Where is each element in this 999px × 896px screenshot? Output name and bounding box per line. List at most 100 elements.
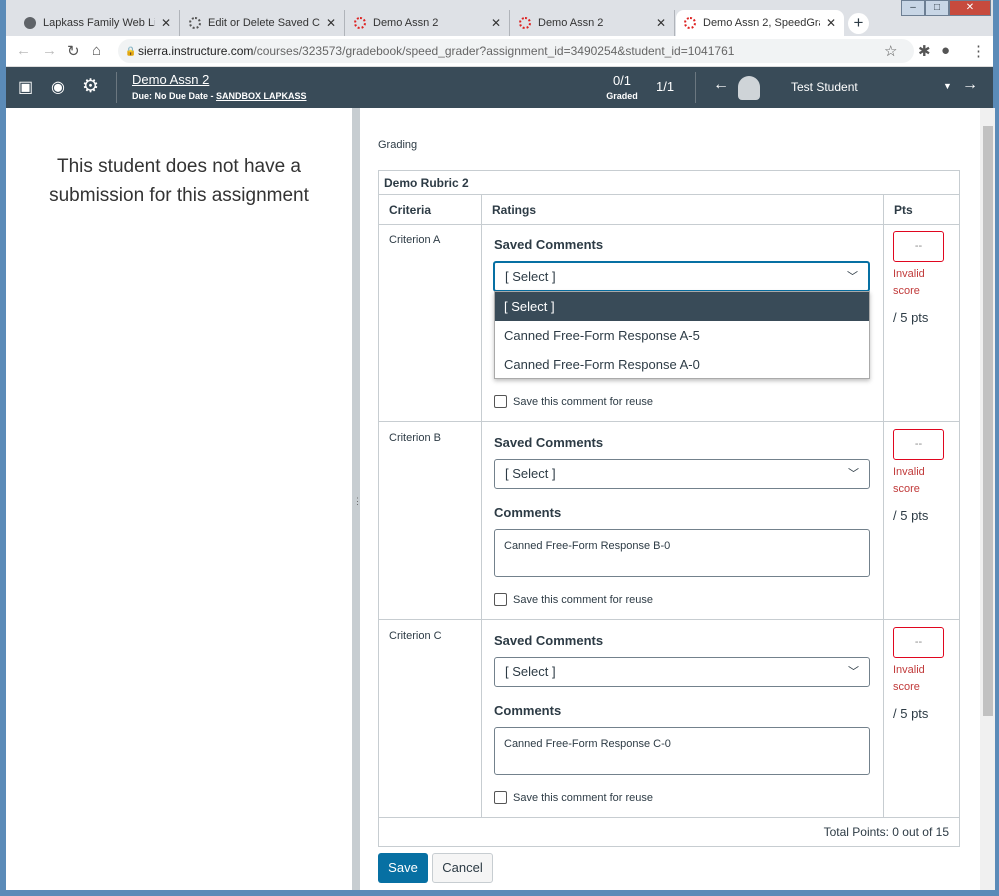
window-controls: – □ ✕ (901, 0, 991, 16)
comments-textarea[interactable]: Canned Free-Form Response C-0 (494, 727, 870, 775)
invalid-score-message: Invalid score (893, 268, 925, 297)
browser-tab[interactable]: Demo Assn 2 ✕ (511, 10, 675, 36)
reload-icon[interactable]: ↻ (67, 42, 80, 60)
graded-label: Graded (606, 91, 638, 101)
maximize-button[interactable]: □ (925, 0, 949, 16)
settings-gear-icon[interactable]: ⚙ (82, 75, 99, 98)
extensions-icon[interactable]: ✱ (918, 42, 931, 60)
comments-label: Comments (494, 703, 562, 718)
panel-resize-handle[interactable]: ⋮ (352, 108, 362, 890)
forward-icon[interactable]: → (42, 42, 57, 59)
select-value: [ Select ] (505, 466, 556, 481)
next-student-icon[interactable]: → (962, 76, 978, 94)
student-position: 1/1 (656, 79, 675, 94)
checkbox-icon (494, 593, 507, 606)
max-points: / 5 pts (893, 310, 929, 325)
globe-icon (24, 17, 36, 29)
save-reuse-checkbox[interactable]: Save this comment for reuse (494, 593, 653, 606)
close-tab-icon[interactable]: ✕ (656, 16, 666, 30)
canvas-icon (354, 17, 366, 29)
column-header-criteria: Criteria (378, 194, 482, 225)
back-icon[interactable]: ← (16, 42, 31, 59)
graded-count: 0/1 (612, 73, 632, 88)
cancel-button[interactable]: Cancel (432, 853, 493, 883)
previous-student-icon[interactable]: ← (713, 76, 729, 94)
score-input[interactable]: -- (893, 627, 944, 658)
new-tab-button[interactable]: + (848, 13, 869, 34)
score-input[interactable]: -- (893, 231, 944, 262)
course-link[interactable]: SANDBOX LAPKASS (216, 91, 307, 101)
scrollbar-thumb[interactable] (983, 126, 993, 716)
saved-comments-label: Saved Comments (494, 435, 604, 450)
checkbox-label: Save this comment for reuse (513, 395, 654, 408)
url-input[interactable]: 🔒 sierra.instructure.com/courses/323573/g… (118, 39, 914, 63)
chevron-down-icon: ﹀ (847, 271, 858, 283)
saved-comments-select[interactable]: [ Select ] ﹀ (493, 261, 870, 292)
chevron-down-icon: ﹀ (848, 468, 859, 480)
divider (695, 72, 696, 103)
canvas-icon (684, 17, 696, 29)
caret-down-icon[interactable]: ▼ (943, 81, 952, 91)
select-value: [ Select ] (505, 664, 556, 679)
criterion-name: Criterion C (389, 630, 442, 642)
close-window-button[interactable]: ✕ (949, 0, 991, 16)
rubric-title: Demo Rubric 2 (378, 170, 960, 195)
checkbox-label: Save this comment for reuse (513, 593, 654, 606)
bookmark-star-icon[interactable]: ☆ (884, 42, 897, 60)
address-bar-row: ← → ↻ ⌂ 🔒 sierra.instructure.com/courses/… (6, 36, 993, 67)
close-tab-icon[interactable]: ✕ (161, 16, 171, 30)
checkbox-icon (494, 395, 507, 408)
lock-icon: 🔒 (125, 46, 137, 56)
close-tab-icon[interactable]: ✕ (491, 16, 501, 30)
comments-textarea[interactable]: Canned Free-Form Response B-0 (494, 529, 870, 577)
submission-panel: This student does not have a submission … (6, 108, 352, 890)
ratings-cell (481, 619, 884, 818)
browser-tab-active[interactable]: Demo Assn 2, SpeedGrade ✕ (676, 10, 844, 36)
score-input[interactable]: -- (893, 429, 944, 460)
divider (116, 72, 117, 103)
invalid-score-message: Invalid score (893, 466, 925, 495)
saved-comments-select[interactable]: [ Select ] ﹀ (494, 459, 870, 489)
speedgrader-header: ▣ ◉ ⚙ Demo Assn 2 Due: No Due Date - SAN… (6, 67, 993, 108)
chevron-down-icon: ﹀ (848, 666, 859, 678)
home-icon[interactable]: ⌂ (92, 42, 101, 59)
gradebook-icon[interactable]: ▣ (18, 77, 33, 97)
avatar (738, 76, 760, 100)
no-submission-message: This student does not have a submission … (49, 156, 309, 206)
grading-panel: Grading Demo Rubric 2 Criteria Ratings P… (360, 108, 980, 890)
tab-label: Demo Assn 2 (538, 17, 604, 29)
criterion-row-a (378, 224, 482, 422)
assignment-link[interactable]: Demo Assn 2 (132, 72, 209, 87)
total-points: Total Points: 0 out of 15 (378, 817, 960, 847)
loading-icon (189, 17, 201, 29)
dropdown-option[interactable]: [ Select ] (495, 292, 869, 321)
profile-icon[interactable]: ● (941, 42, 950, 59)
checkbox-icon (494, 791, 507, 804)
due-date: Due: No Due Date - (132, 91, 217, 101)
close-tab-icon[interactable]: ✕ (826, 16, 836, 30)
close-tab-icon[interactable]: ✕ (326, 16, 336, 30)
criterion-row-c (378, 619, 482, 818)
browser-tab[interactable]: Edit or Delete Saved Comm ✕ (181, 10, 345, 36)
criterion-name: Criterion A (389, 234, 441, 246)
select-value: [ Select ] (505, 269, 556, 284)
browser-tab[interactable]: Demo Assn 2 ✕ (346, 10, 510, 36)
dropdown-option[interactable]: Canned Free-Form Response A-0 (495, 350, 869, 379)
student-select[interactable]: Test Student (791, 80, 858, 94)
saved-comments-select[interactable]: [ Select ] ﹀ (494, 657, 870, 687)
dropdown-option[interactable]: Canned Free-Form Response A-5 (495, 321, 869, 350)
saved-comments-dropdown: [ Select ] Canned Free-Form Response A-5… (494, 291, 870, 379)
grading-label: Grading (378, 139, 418, 151)
checkbox-label: Save this comment for reuse (513, 791, 654, 804)
save-button[interactable]: Save (378, 853, 428, 883)
save-reuse-checkbox[interactable]: Save this comment for reuse (494, 791, 653, 804)
browser-tab[interactable]: Lapkass Family Web Links ✕ (16, 10, 180, 36)
invalid-score-message: Invalid score (893, 664, 925, 693)
saved-comments-label: Saved Comments (494, 633, 604, 648)
save-reuse-checkbox[interactable]: Save this comment for reuse (494, 395, 653, 408)
menu-icon[interactable]: ⋮ (971, 42, 986, 60)
eye-icon[interactable]: ◉ (51, 77, 65, 97)
minimize-button[interactable]: – (901, 0, 925, 16)
tab-label: Lapkass Family Web Links (43, 17, 155, 29)
tab-label: Demo Assn 2, SpeedGrade (703, 17, 820, 29)
